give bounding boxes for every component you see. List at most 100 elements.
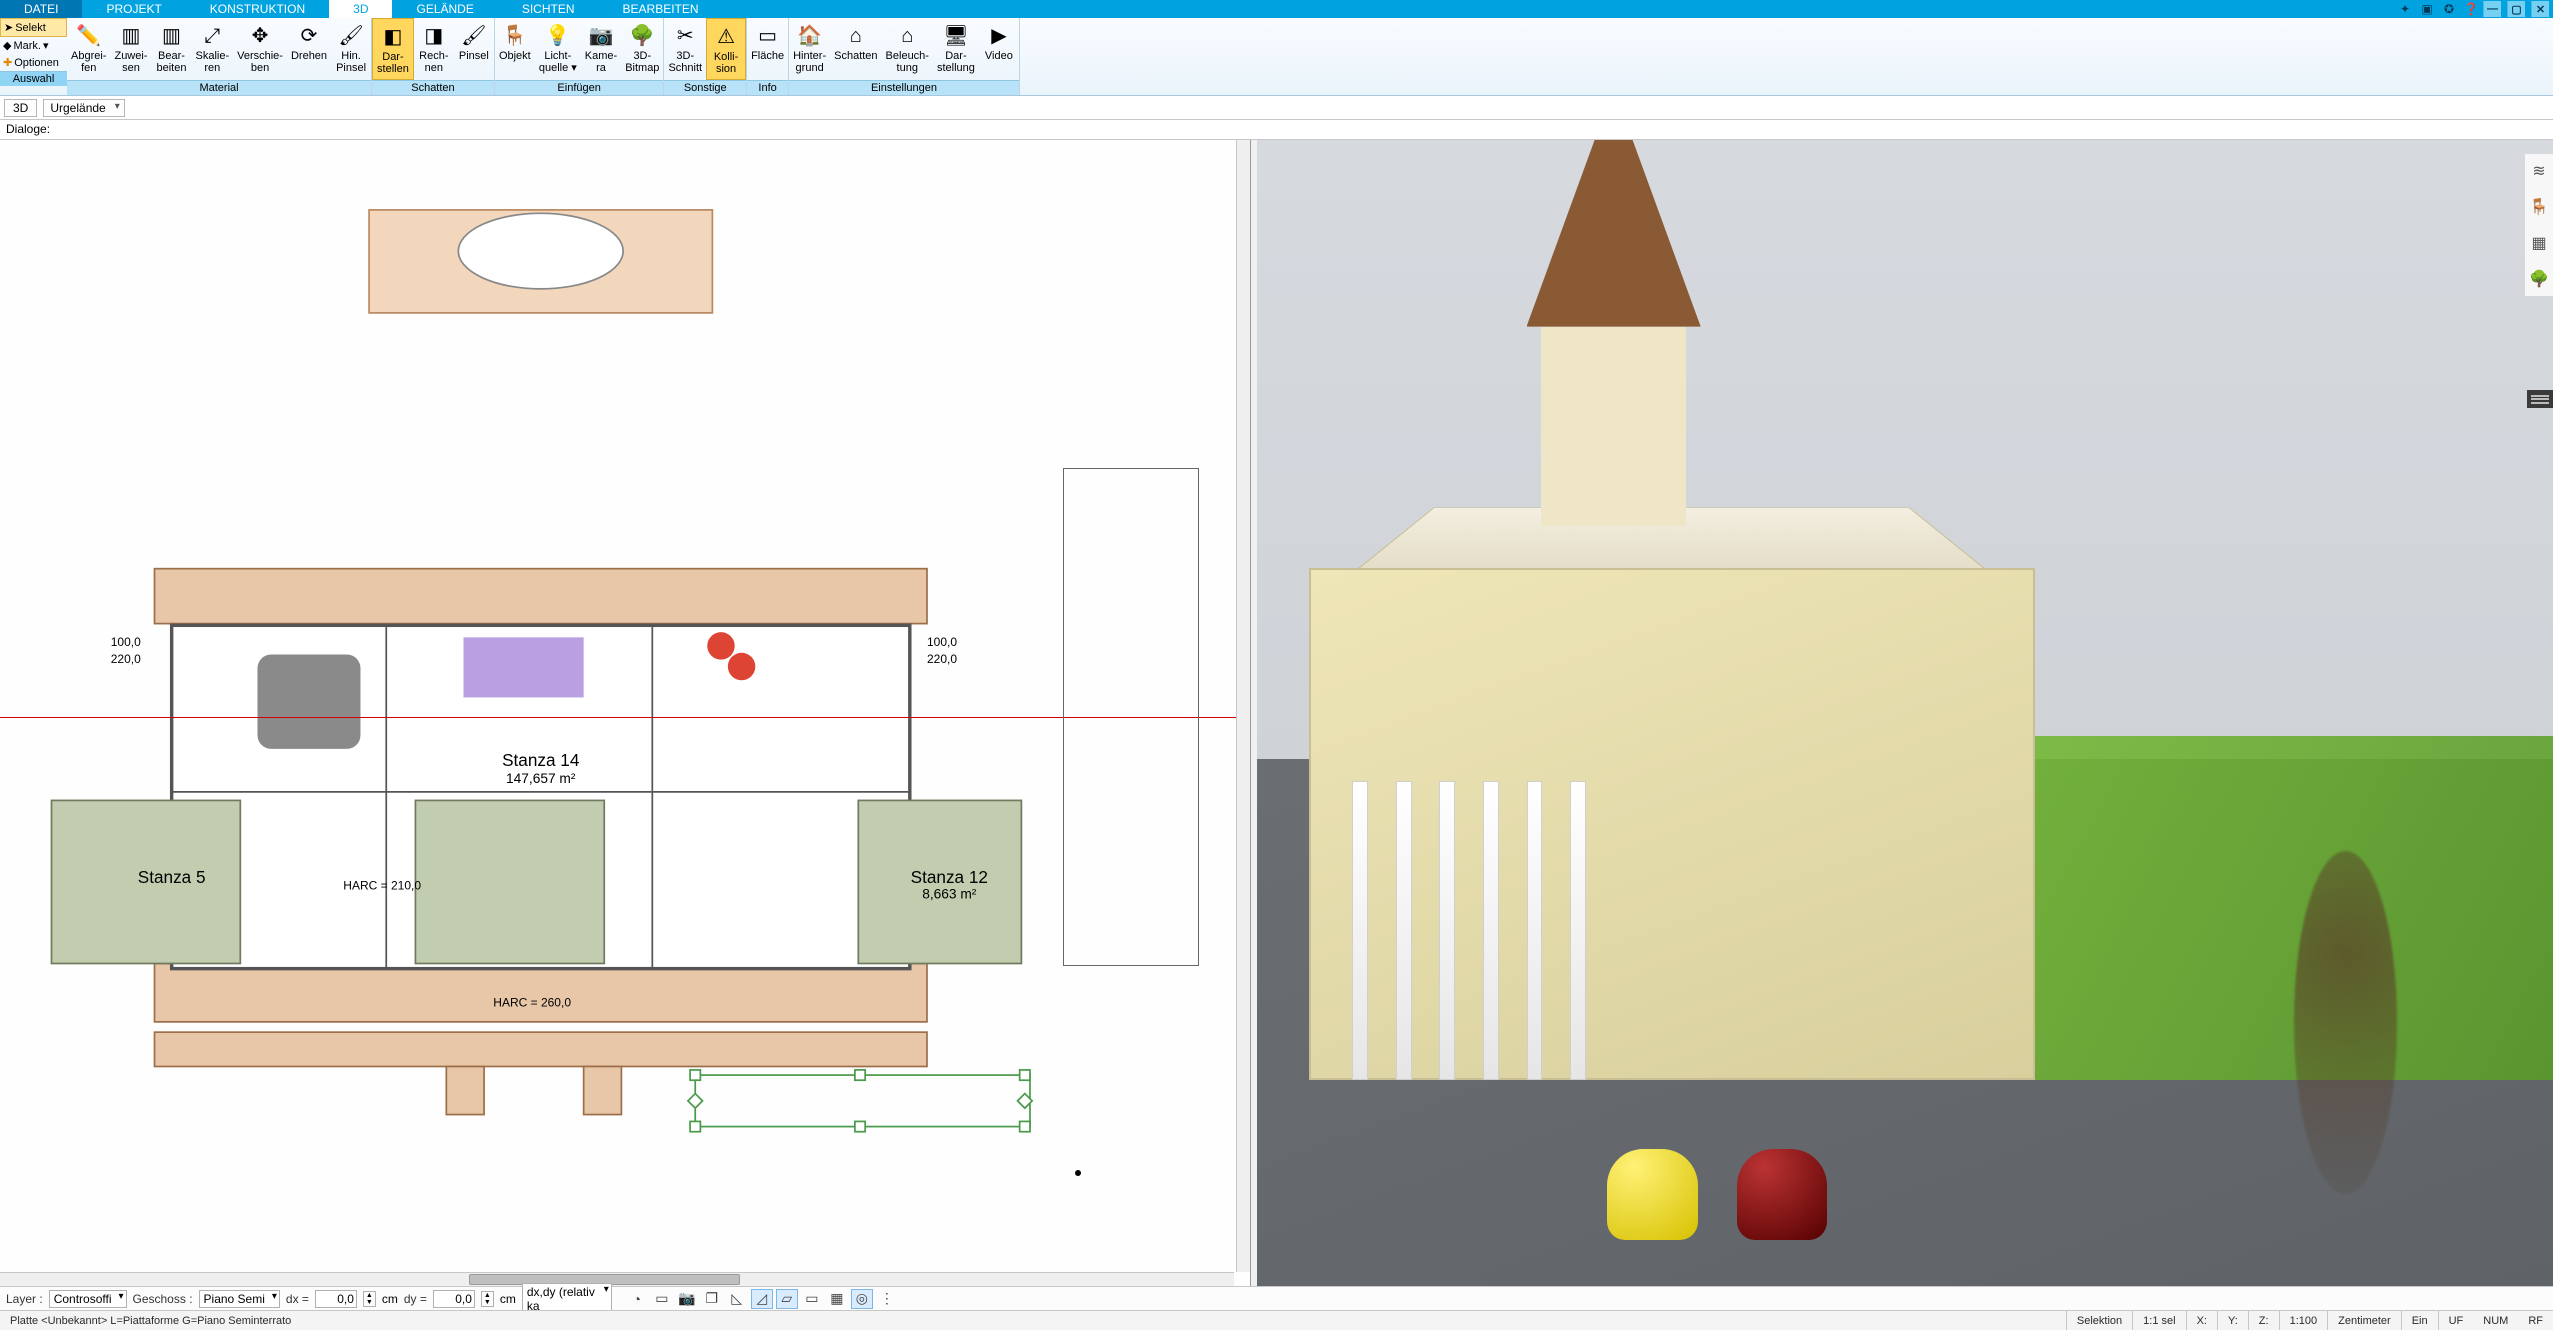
optbar-surface-icon[interactable]: ▭ [801, 1289, 823, 1309]
group-label-schatten: Schatten [372, 80, 494, 95]
dy-unit: cm [500, 1292, 516, 1306]
dx-unit: cm [382, 1292, 398, 1306]
svg-text:Stanza 12: Stanza 12 [911, 867, 988, 887]
ribbon-pinsel[interactable]: 🖌Pinsel [454, 18, 494, 80]
scene-building [1309, 369, 2035, 1080]
maximize-button[interactable]: ▢ [2507, 1, 2525, 17]
ribbon-skalieren[interactable]: ⤢Skalie-ren [191, 18, 233, 80]
ribbon: ➤Selekt ◆Mark.▾ ✚Optionen Auswahl ✏️Abgr… [0, 18, 2553, 96]
group-label-info: Info [747, 80, 788, 95]
ribbon-rechnen[interactable]: ◨Rech-nen [414, 18, 454, 80]
minimize-button[interactable]: — [2483, 1, 2501, 17]
ribbon-schatten-set[interactable]: ⌂Schatten [830, 18, 881, 80]
ribbon-abgreifen[interactable]: ✏️Abgrei-fen [67, 18, 110, 80]
scene-car-yellow [1607, 1149, 1698, 1241]
ribbon-zuweisen[interactable]: ▥Zuwei-sen [110, 18, 151, 80]
ribbon-side-auswahl: ➤Selekt ◆Mark.▾ ✚Optionen Auswahl [0, 18, 67, 95]
close-button[interactable]: ✕ [2531, 1, 2549, 17]
optbar-angle1-icon[interactable]: ◺ [726, 1289, 748, 1309]
ribbon-3d-bitmap[interactable]: 🌳3D-Bitmap [621, 18, 663, 80]
3d-schnitt-icon: ✂ [670, 22, 700, 50]
ribbon-beleuchtung[interactable]: ⌂Beleuch-tung [882, 18, 933, 80]
layer-dropdown[interactable]: Controsoffi [49, 1290, 127, 1308]
ribbon-flaeche[interactable]: ▭Fläche [747, 18, 788, 80]
ribbon-hintergrund[interactable]: 🏠Hinter-grund [789, 18, 830, 80]
status-z: Z: [2248, 1311, 2279, 1330]
dx-spinner[interactable]: ▲▼ [363, 1291, 376, 1307]
menu-tab-datei[interactable]: DATEI [0, 0, 82, 18]
ribbon-bearbeiten[interactable]: ▥Bear-beiten [151, 18, 191, 80]
view-3d-pane[interactable]: ≋ 🪑 ▦ 🌳 [1257, 140, 2553, 1286]
optbar-angle2-icon[interactable]: ◿ [751, 1289, 773, 1309]
ribbon-drehen[interactable]: ⟳Drehen [287, 18, 331, 80]
select-tool[interactable]: ➤Selekt [0, 18, 67, 37]
optbar-plane-icon[interactable]: ▱ [776, 1289, 798, 1309]
svg-text:220,0: 220,0 [111, 652, 141, 666]
layers-icon[interactable]: ≋ [2528, 160, 2550, 182]
kollision-icon: ⚠ [711, 23, 741, 51]
plan-hscrollbar[interactable] [0, 1272, 1234, 1286]
geschoss-dropdown[interactable]: Piano Semi [199, 1290, 280, 1308]
menu-tab-bearbeiten[interactable]: BEARBEITEN [599, 0, 723, 18]
status-sel: 1:1 sel [2132, 1311, 2185, 1330]
optbar-dots-icon[interactable]: ⋮ [876, 1289, 898, 1309]
optbar-cam-icon[interactable]: 📷 [676, 1289, 698, 1309]
util-icon-1[interactable]: ✦ [2397, 1, 2413, 17]
ribbon-hin-pinsel[interactable]: 🖌Hin.Pinsel [331, 18, 371, 80]
panel-expand-handle[interactable] [2527, 390, 2553, 408]
optbar-stack-icon[interactable]: ❐ [701, 1289, 723, 1309]
optbar-rec-icon[interactable]: ▭ [651, 1289, 673, 1309]
menu-tab-konstruktion[interactable]: KONSTRUKTION [186, 0, 329, 18]
svg-text:100,0: 100,0 [111, 635, 141, 649]
help-icon[interactable]: ❓ [2463, 1, 2479, 17]
mark-tool[interactable]: ◆Mark.▾ [0, 37, 67, 54]
util-icon-3[interactable]: ✪ [2441, 1, 2457, 17]
svg-text:147,657 m²: 147,657 m² [506, 771, 576, 786]
group-label-sonstige: Sonstige [664, 80, 746, 95]
ribbon-verschieben[interactable]: ✥Verschie-ben [233, 18, 287, 80]
chair-icon[interactable]: 🪑 [2528, 196, 2550, 218]
bearbeiten-icon: ▥ [156, 22, 186, 50]
abgreifen-icon: ✏️ [74, 22, 104, 50]
menu-tab-gelaende[interactable]: GELÄNDE [392, 0, 497, 18]
terrain-dropdown[interactable]: Urgelände [43, 99, 124, 117]
optbar-clock-icon[interactable]: ◔ [626, 1289, 648, 1309]
options-tool[interactable]: ✚Optionen [0, 54, 67, 71]
options-bar: Layer : Controsoffi Geschoss : Piano Sem… [0, 1286, 2553, 1310]
menu-tab-3d[interactable]: 3D [329, 0, 392, 18]
optbar-grid-icon[interactable]: ▦ [826, 1289, 848, 1309]
group-label-einfügen: Einfügen [495, 80, 664, 95]
status-left: Platte <Unbekannt> L=Piattaforme G=Piano… [0, 1315, 301, 1327]
tree-icon[interactable]: 🌳 [2528, 268, 2550, 290]
palette-icon[interactable]: ▦ [2528, 232, 2550, 254]
ribbon-darstellen[interactable]: ◧Dar-stellen [372, 18, 414, 80]
floorplan-canvas[interactable]: Stanza 14 147,657 m² Stanza 5 Stanza 12 … [0, 140, 1236, 1272]
titlebar-util-icons: ✦ ▣ ✪ ❓ [2397, 0, 2483, 18]
menu-tab-projekt[interactable]: PROJEKT [82, 0, 185, 18]
ribbon-objekt[interactable]: 🪑Objekt [495, 18, 535, 80]
dy-spinner[interactable]: ▲▼ [481, 1291, 494, 1307]
ribbon-3d-schnitt[interactable]: ✂3D-Schnitt [664, 18, 706, 80]
util-icon-2[interactable]: ▣ [2419, 1, 2435, 17]
scene-3d[interactable] [1257, 140, 2553, 1286]
context-chip-3d[interactable]: 3D [4, 99, 37, 117]
ribbon-lichtquelle[interactable]: 💡Licht-quelle ▾ [535, 18, 581, 80]
plan-2d-pane[interactable]: Stanza 14 147,657 m² Stanza 5 Stanza 12 … [0, 140, 1251, 1286]
ribbon-video[interactable]: ▶Video [979, 18, 1019, 80]
3d-bitmap-icon: 🌳 [627, 22, 657, 50]
dx-input[interactable] [315, 1290, 357, 1308]
menu-tab-sichten[interactable]: SICHTEN [498, 0, 599, 18]
section-line [0, 717, 1236, 718]
svg-text:HARC = 210,0: HARC = 210,0 [343, 879, 421, 893]
ribbon-kollision[interactable]: ⚠Kolli-sion [706, 18, 746, 80]
status-scale: 1:100 [2279, 1311, 2328, 1330]
plan-vscrollbar[interactable] [1236, 140, 1250, 1272]
ribbon-kamera[interactable]: 📷Kame-ra [581, 18, 621, 80]
ribbon-darstellung[interactable]: 🖥Dar-stellung [933, 18, 979, 80]
scene-tree [2294, 851, 2398, 1195]
status-x: X: [2186, 1311, 2217, 1330]
dy-input[interactable] [433, 1290, 475, 1308]
zuweisen-icon: ▥ [116, 22, 146, 50]
optbar-target-icon[interactable]: ◎ [851, 1289, 873, 1309]
status-y: Y: [2217, 1311, 2248, 1330]
